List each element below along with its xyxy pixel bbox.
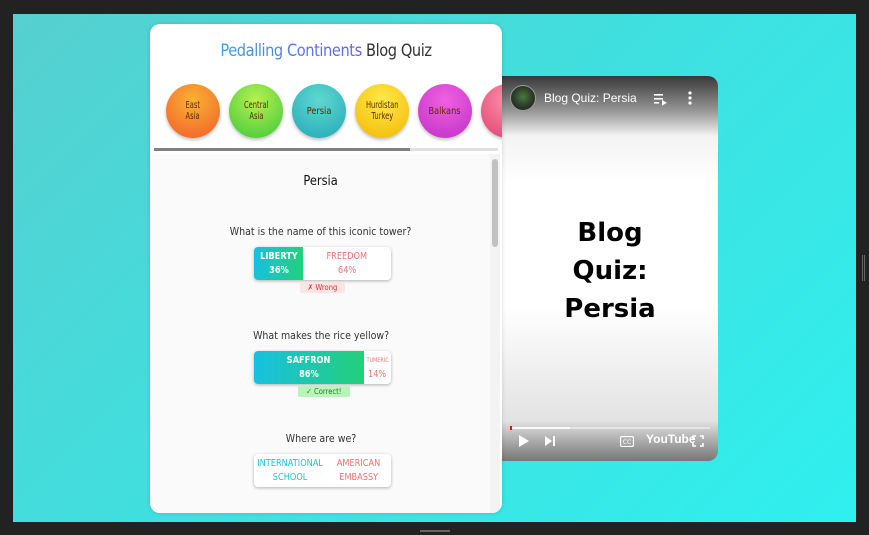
category-east-asia[interactable]: East Asia [166, 84, 220, 138]
section-title-text: Persia [303, 174, 339, 189]
bottom-resize-handle[interactable] [420, 530, 450, 532]
question-text: What makes the rice yellow? [152, 329, 490, 342]
next-icon[interactable] [544, 434, 556, 448]
answer-percent: 14% [368, 368, 387, 380]
answer-option[interactable]: AMERICAN EMBASSY [326, 454, 391, 487]
thumbnail-line: Quiz: [572, 256, 648, 286]
quiz-panel: Pedalling Continents Blog Quiz East Asia … [150, 24, 502, 513]
answer-bar[interactable]: INTERNATIONAL SCHOOL AMERICAN EMBASSY [254, 454, 391, 487]
quiz-title-suffix: Blog Quiz [366, 41, 432, 61]
answer-option[interactable]: FREEDOM 64% [303, 247, 391, 280]
answer-label: SCHOOL [272, 471, 308, 483]
answer-bar[interactable]: SAFFRON 86% TUMERIC 14% [254, 351, 391, 384]
embedded-video-player[interactable]: Blog Quiz: Persia Blog Quiz: Persia CC Y… [480, 76, 718, 461]
category-hurdistan-turkey[interactable]: Hurdistan Turkey [355, 84, 409, 138]
answer-label: EMBASSY [339, 471, 378, 483]
answer-option[interactable]: INTERNATIONAL SCHOOL [254, 454, 326, 487]
svg-text:CC: CC [623, 439, 631, 446]
category-label-line: Balkans [428, 105, 462, 117]
video-played-bar [510, 426, 512, 430]
answer-option-selected[interactable]: SAFFRON 86% [254, 351, 364, 384]
resize-handle[interactable] [862, 255, 865, 281]
category-scrollbar-thumb[interactable] [154, 148, 410, 151]
answer-percent: 36% [268, 264, 289, 276]
quiz-brand[interactable]: Pedalling Continents [220, 41, 362, 61]
category-label-line: Central [243, 100, 269, 111]
captions-icon[interactable]: CC [620, 436, 634, 447]
feedback-text: ✗ Wrong [307, 283, 338, 292]
question-label: What makes the rice yellow? [252, 329, 390, 342]
answer-bar[interactable]: LIBERTY 36% FREEDOM 64% [254, 247, 391, 280]
answer-label: TUMERIC [366, 356, 389, 364]
category-balkans[interactable]: Balkans [418, 84, 472, 138]
feedback-wrong-badge: ✗ Wrong [300, 282, 345, 293]
question-text: What is the name of this iconic tower? [152, 225, 490, 238]
answer-label: SAFFRON [287, 354, 331, 366]
category-label-line: East [185, 100, 201, 111]
category-label-line: Hurdistan [365, 100, 399, 111]
channel-avatar[interactable] [510, 85, 536, 111]
question-label: Where are we? [285, 432, 357, 445]
answer-label: AMERICAN [336, 457, 381, 469]
video-buffer-bar [510, 427, 570, 429]
fullscreen-icon[interactable] [692, 435, 704, 447]
category-label-line: Persia [306, 105, 332, 117]
quiz-vertical-scrollbar[interactable] [490, 154, 500, 513]
quiz-content: Persia What is the name of this iconic t… [152, 154, 490, 513]
question-text: Where are we? [152, 432, 490, 445]
video-title[interactable]: Blog Quiz: Persia [544, 91, 637, 105]
category-label-line: Asia [185, 111, 201, 122]
category-next[interactable] [481, 84, 502, 138]
category-label-line: Turkey [371, 111, 393, 122]
feedback-correct-badge: ✓ Correct! [298, 386, 350, 397]
category-label-line: Asia [248, 111, 264, 122]
section-title: Persia [152, 174, 490, 189]
video-thumbnail-title: Blog Quiz: Persia [540, 214, 680, 328]
answer-percent: 86% [299, 368, 319, 380]
queue-icon[interactable] [654, 92, 668, 106]
thumbnail-line: Blog [577, 218, 643, 248]
category-persia[interactable]: Persia [292, 84, 346, 138]
video-progress-track[interactable] [510, 426, 710, 430]
answer-label: LIBERTY [259, 250, 298, 262]
answer-option[interactable]: TUMERIC 14% [364, 351, 391, 384]
answer-option-selected[interactable]: LIBERTY 36% [254, 247, 303, 280]
play-icon[interactable] [518, 434, 530, 448]
category-central-asia[interactable]: Central Asia [229, 84, 283, 138]
answer-label: INTERNATIONAL [257, 457, 323, 469]
category-carousel: East Asia Central Asia Persia Hurdistan Tur… [150, 82, 502, 144]
more-icon[interactable] [688, 91, 692, 105]
question-label: What is the name of this iconic tower? [230, 225, 412, 238]
thumbnail-line: Persia [564, 294, 656, 324]
quiz-header: Pedalling Continents Blog Quiz [175, 41, 478, 61]
quiz-vertical-scrollbar-thumb[interactable] [492, 159, 498, 247]
feedback-text: ✓ Correct! [306, 387, 342, 396]
answer-label: FREEDOM [326, 250, 368, 262]
answer-percent: 64% [337, 264, 357, 276]
youtube-logo[interactable]: YouTube [646, 432, 696, 446]
category-scrollbar[interactable] [154, 148, 498, 151]
